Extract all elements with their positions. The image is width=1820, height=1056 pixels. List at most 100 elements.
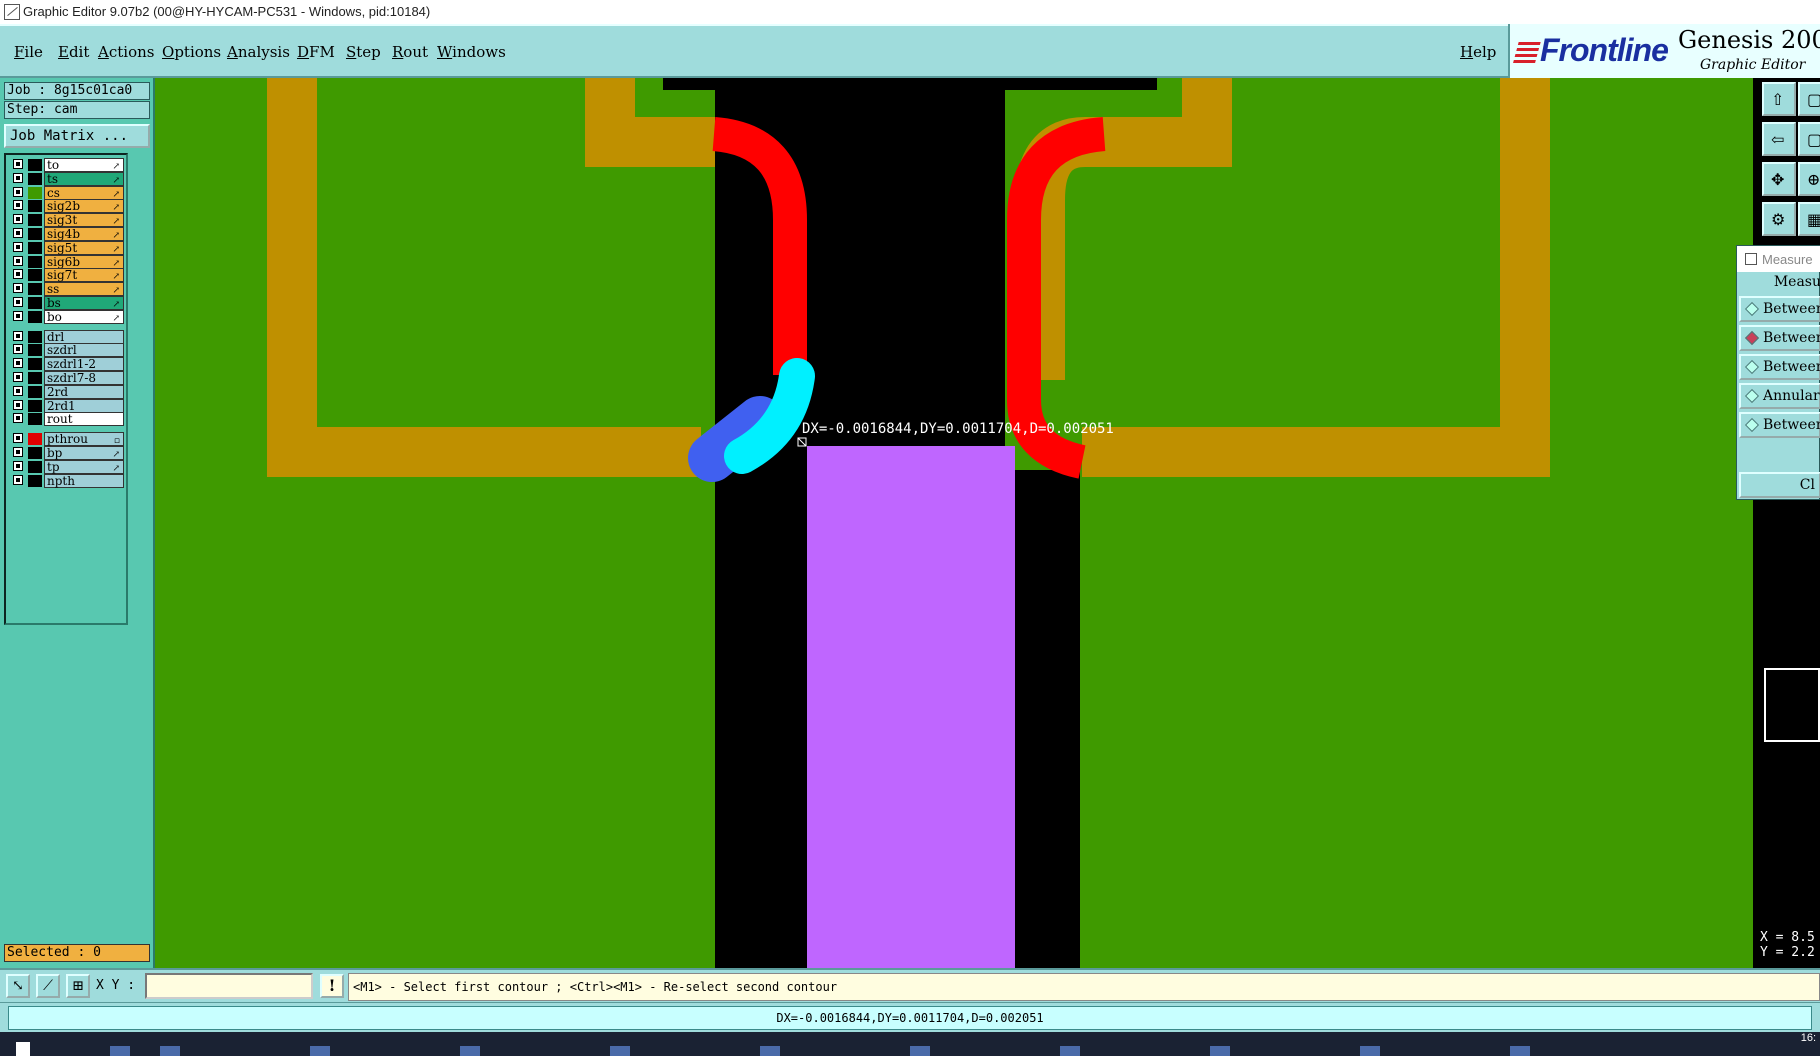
layer-color-swatch[interactable] [28, 200, 42, 213]
layer-color-swatch[interactable] [28, 344, 42, 357]
taskbar-app-3[interactable] [310, 1046, 330, 1056]
taskbar-app-5[interactable] [610, 1046, 630, 1056]
layer-name[interactable]: rout [44, 412, 124, 427]
layer-name[interactable]: to ↗ [44, 158, 124, 172]
toolbar-button-7[interactable]: ⚙ [1762, 202, 1796, 236]
layer-row-bo[interactable]: bo ↗ [10, 309, 124, 324]
layer-checkbox[interactable] [13, 269, 23, 280]
layer-checkbox[interactable] [13, 186, 23, 197]
menu-options[interactable]: Options [162, 43, 221, 61]
layer-name[interactable]: tp ↗ [44, 459, 124, 474]
layer-color-swatch[interactable] [28, 172, 42, 185]
taskbar-app-6[interactable] [760, 1046, 780, 1056]
execute-button[interactable]: ! [320, 974, 344, 998]
layer-row-cs[interactable]: cs ↗ [10, 185, 124, 200]
layer-row-sig2b[interactable]: sig2b ↗ [10, 199, 124, 214]
layer-row-drl[interactable]: drl [10, 329, 124, 344]
snap-button[interactable]: ⤡ [6, 974, 30, 998]
toolbar-button-3[interactable]: ⇦ [1762, 122, 1796, 156]
layer-row-ts[interactable]: ts ↗ [10, 171, 124, 186]
layer-checkbox[interactable] [13, 297, 23, 307]
layer-row-sig4b[interactable]: sig4b ↗ [10, 227, 124, 241]
taskbar-app-11[interactable] [1510, 1046, 1530, 1056]
layer-row-szdrl1-2[interactable]: szdrl1-2 [10, 357, 124, 372]
xy-input[interactable] [145, 973, 313, 999]
menu-help[interactable]: Help [1460, 43, 1496, 61]
layer-color-swatch[interactable] [28, 372, 42, 384]
layer-checkbox[interactable] [13, 385, 23, 396]
layer-checkbox[interactable] [13, 399, 23, 410]
layer-checkbox[interactable] [13, 344, 23, 355]
layer-row-sig6b[interactable]: sig6b ↗ [10, 254, 124, 269]
layer-name[interactable]: npth [44, 473, 124, 488]
taskbar-app-8[interactable] [1060, 1046, 1080, 1056]
layer-color-swatch[interactable] [28, 214, 42, 227]
measure-titlebar[interactable]: Measure [1737, 246, 1820, 272]
taskbar-app-4[interactable] [460, 1046, 480, 1056]
layer-checkbox[interactable] [13, 310, 23, 321]
taskbar-app-1[interactable] [110, 1046, 130, 1056]
layer-checkbox[interactable] [13, 433, 23, 444]
layer-checkbox[interactable] [13, 460, 23, 471]
layer-checkbox[interactable] [13, 358, 23, 369]
layer-checkbox[interactable] [13, 283, 23, 294]
measure-option-3[interactable]: Between [1739, 354, 1820, 380]
taskbar-app-7[interactable] [910, 1046, 930, 1056]
layer-checkbox[interactable] [13, 200, 23, 211]
layer-row-szdrl7-8[interactable]: szdrl7-8 [10, 371, 124, 385]
layer-name[interactable]: sig6b ↗ [44, 254, 124, 269]
layer-color-swatch[interactable] [28, 159, 42, 171]
menu-edit[interactable]: Edit [58, 43, 89, 61]
layer-row-rout[interactable]: rout [10, 412, 124, 427]
job-matrix-button[interactable]: Job Matrix ... [4, 124, 150, 148]
layer-row-2rd1[interactable]: 2rd1 [10, 398, 124, 413]
measure-option-4[interactable]: Annular [1739, 383, 1820, 409]
layer-name[interactable]: ts ↗ [44, 171, 124, 186]
toolbar-button-8[interactable]: ▦ [1798, 202, 1820, 236]
layer-color-swatch[interactable] [28, 385, 42, 398]
layer-checkbox[interactable] [13, 172, 23, 183]
layer-checkbox[interactable] [13, 447, 23, 457]
menu-rout[interactable]: Rout [392, 43, 428, 61]
layer-row-pthrou[interactable]: pthrou ▫ [10, 432, 124, 447]
layer-name[interactable]: cs ↗ [44, 185, 124, 200]
toolbar-button-1[interactable]: ⇧ [1762, 82, 1796, 116]
layer-row-2rd[interactable]: 2rd [10, 384, 124, 399]
layer-color-swatch[interactable] [28, 269, 42, 282]
measure-option-1[interactable]: Between [1739, 296, 1820, 322]
layer-name[interactable]: ss ↗ [44, 282, 124, 297]
layer-name[interactable]: bs ↗ [44, 296, 124, 310]
layer-row-ss[interactable]: ss ↗ [10, 282, 124, 297]
menu-dfm[interactable]: DFM [297, 43, 335, 61]
layer-color-swatch[interactable] [28, 241, 42, 254]
layer-row-sig3t[interactable]: sig3t ↗ [10, 213, 124, 228]
layer-checkbox[interactable] [13, 241, 23, 252]
layer-checkbox[interactable] [13, 159, 23, 169]
grid-button[interactable]: ⊞ [66, 974, 90, 998]
layer-name[interactable]: sig5t ↗ [44, 240, 124, 255]
layer-color-swatch[interactable] [28, 228, 42, 240]
menu-actions[interactable]: Actions [98, 43, 154, 61]
layer-color-swatch[interactable] [28, 358, 42, 371]
layer-name[interactable]: szdrl [44, 343, 124, 358]
layer-color-swatch[interactable] [28, 413, 42, 426]
windows-start-icon[interactable] [16, 1042, 30, 1056]
layer-row-npth[interactable]: npth [10, 473, 124, 488]
measure-option-2[interactable]: Between [1739, 325, 1820, 351]
taskbar-app-2[interactable] [160, 1046, 180, 1056]
layer-color-swatch[interactable] [28, 186, 42, 199]
layer-color-swatch[interactable] [28, 330, 42, 343]
layer-name[interactable]: 2rd [44, 384, 124, 399]
menu-windows[interactable]: Windows [437, 43, 506, 61]
layer-checkbox[interactable] [13, 330, 23, 341]
overview-box[interactable] [1764, 668, 1820, 742]
layer-name[interactable]: drl [44, 329, 124, 344]
layer-name[interactable]: sig3t ↗ [44, 213, 124, 228]
graphic-canvas[interactable]: DX=-0.0016844,DY=0.0011704,D=0.002051 [155, 78, 1753, 968]
layer-name[interactable]: 2rd1 [44, 398, 124, 413]
layer-row-sig7t[interactable]: sig7t ↗ [10, 268, 124, 283]
layer-name[interactable]: bo ↗ [44, 309, 124, 324]
toolbar-button-4[interactable]: ▢ [1798, 122, 1820, 156]
layer-name[interactable]: pthrou ▫ [44, 432, 124, 447]
measure-close-button[interactable]: Cl [1739, 472, 1820, 498]
